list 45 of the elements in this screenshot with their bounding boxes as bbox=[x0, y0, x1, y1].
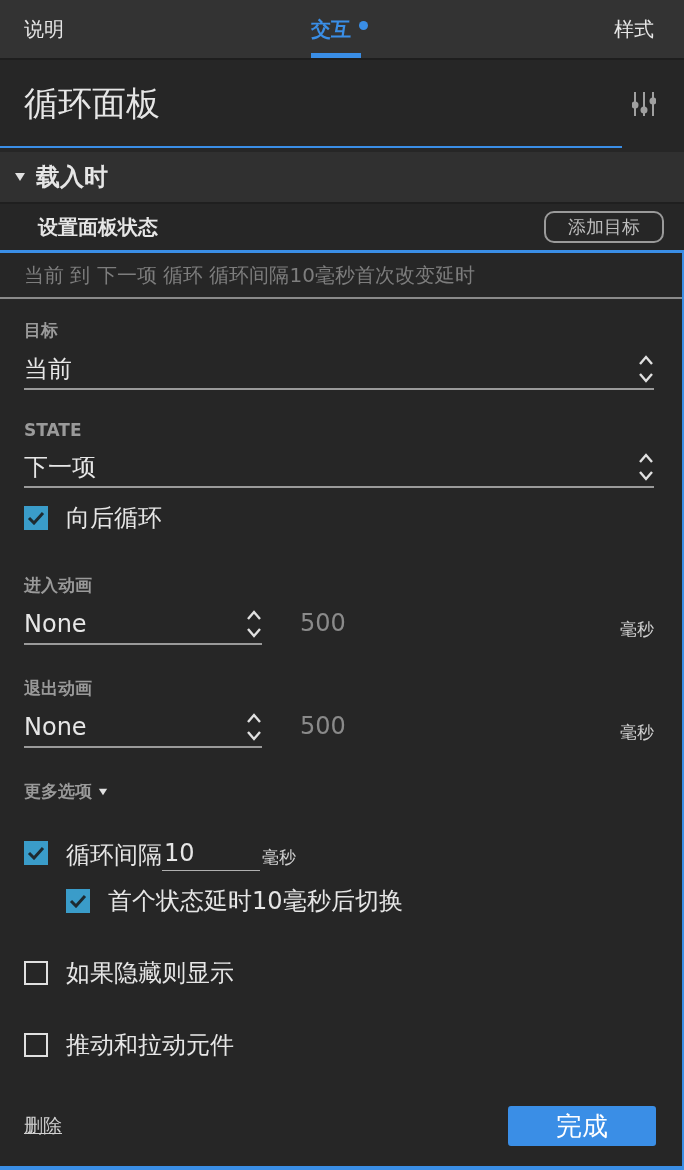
updown-chevron-icon bbox=[246, 609, 262, 639]
animation-select[interactable]: None bbox=[24, 605, 262, 645]
duration-field[interactable]: 500 bbox=[300, 712, 620, 740]
option-label: 向后循环 bbox=[66, 503, 162, 534]
field-label: 目标 bbox=[24, 319, 59, 342]
field-label: STATE bbox=[24, 420, 83, 440]
action-summary: 当前 到 下一项 循环 循环间隔10毫秒首次改变延时 bbox=[0, 253, 682, 299]
checkbox[interactable] bbox=[24, 506, 48, 530]
option-label: 循环间隔 bbox=[66, 840, 162, 871]
unit-label: 毫秒 bbox=[620, 721, 654, 744]
unit-label: 毫秒 bbox=[262, 846, 296, 869]
check-icon bbox=[27, 846, 45, 860]
action-title: 设置面板状态 bbox=[38, 213, 158, 241]
sliders-icon[interactable] bbox=[632, 90, 656, 118]
check-icon bbox=[69, 894, 87, 908]
updown-chevron-icon bbox=[638, 354, 654, 384]
target-select[interactable]: 当前 bbox=[24, 350, 654, 390]
panel-title: 循环面板 bbox=[24, 82, 160, 125]
status-dot bbox=[358, 20, 368, 30]
option-label: 推动和拉动元件 bbox=[66, 1030, 234, 1061]
tab[interactable]: 交互 bbox=[310, 0, 368, 58]
section-title: 载入时 bbox=[36, 162, 108, 193]
checkbox[interactable] bbox=[24, 841, 48, 865]
add-target-button[interactable]: 添加目标 bbox=[544, 211, 664, 243]
check-icon bbox=[27, 511, 45, 525]
option-label: 首个状态延时10毫秒后切换 bbox=[108, 886, 403, 917]
interval-field[interactable]: 10 bbox=[162, 835, 260, 871]
updown-chevron-icon bbox=[246, 712, 262, 742]
unit-label: 毫秒 bbox=[620, 618, 654, 641]
animation-select[interactable]: None bbox=[24, 708, 262, 748]
more-options-toggle[interactable]: 更多选项 bbox=[24, 780, 92, 803]
option-label: 如果隐藏则显示 bbox=[66, 958, 234, 989]
checkbox[interactable] bbox=[24, 1033, 48, 1057]
checkbox[interactable] bbox=[66, 889, 90, 913]
delete-link[interactable]: 删除 bbox=[24, 1113, 62, 1139]
field-label: 退出动画 bbox=[24, 677, 93, 700]
caret-icon bbox=[14, 171, 26, 183]
state-select[interactable]: 下一项 bbox=[24, 448, 654, 488]
field-label: 进入动画 bbox=[24, 574, 93, 597]
updown-chevron-icon bbox=[638, 452, 654, 482]
tab[interactable]: 样式 bbox=[614, 0, 654, 58]
checkbox[interactable] bbox=[24, 961, 48, 985]
duration-field[interactable]: 500 bbox=[300, 609, 620, 637]
tab[interactable]: 说明 bbox=[24, 0, 64, 58]
section-header[interactable]: 载入时 bbox=[0, 152, 684, 202]
